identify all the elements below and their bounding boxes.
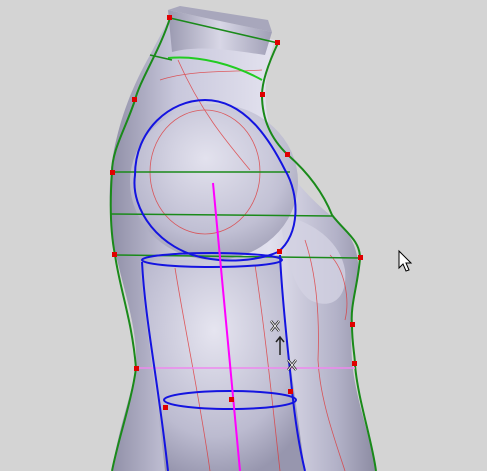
control-point xyxy=(163,405,168,410)
control-point xyxy=(277,249,282,254)
control-point xyxy=(134,366,139,371)
control-point xyxy=(285,152,290,157)
control-point xyxy=(260,92,265,97)
control-point xyxy=(167,15,172,20)
viewport-canvas[interactable] xyxy=(0,0,487,471)
shoulder-surface xyxy=(130,104,298,260)
control-point xyxy=(352,361,357,366)
control-point xyxy=(350,322,355,327)
control-point xyxy=(275,40,280,45)
control-point xyxy=(132,97,137,102)
control-point xyxy=(110,170,115,175)
control-point xyxy=(288,389,293,394)
control-point xyxy=(358,255,363,260)
control-point xyxy=(112,252,117,257)
arrow-pointer-icon xyxy=(398,249,413,272)
3d-viewport[interactable] xyxy=(0,0,487,471)
control-point xyxy=(229,397,234,402)
